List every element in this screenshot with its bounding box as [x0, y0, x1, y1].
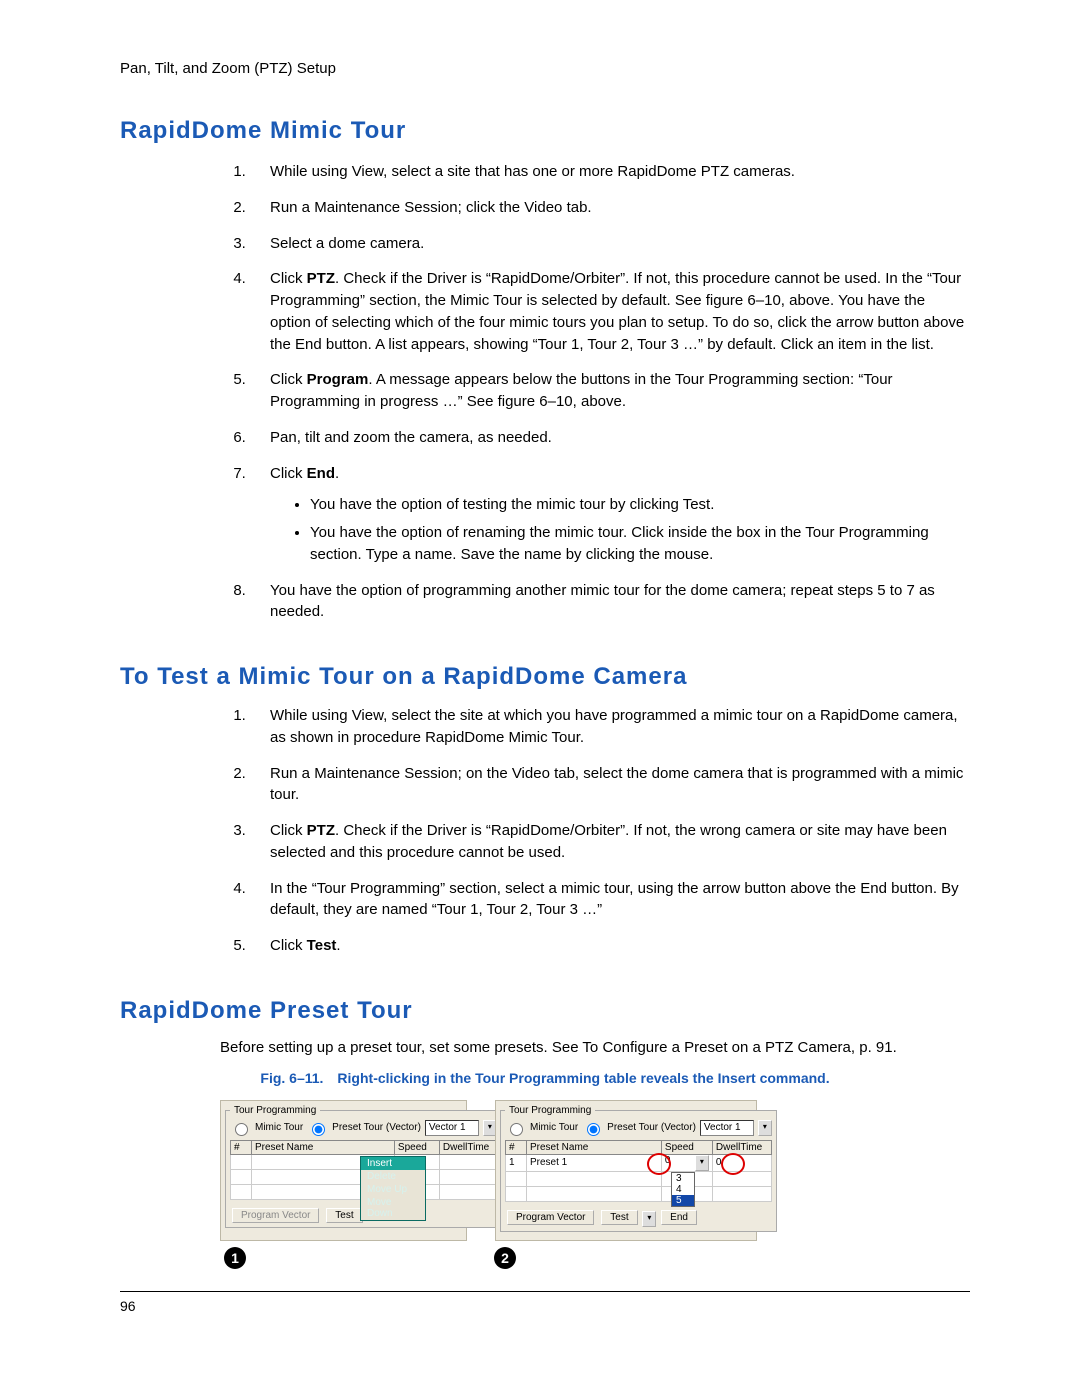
vector-dropdown-icon-2[interactable]: ▾	[758, 1120, 772, 1136]
tour-panel-2: Tour Programming Mimic Tour Preset Tour …	[495, 1100, 757, 1241]
tstep-5-post: .	[336, 937, 340, 954]
figure-row: Tour Programming Mimic Tour Preset Tour …	[220, 1100, 970, 1241]
vector-field-2[interactable]: Vector 1	[700, 1120, 754, 1136]
figure-markers: 1 2	[224, 1247, 970, 1269]
step-7: Click End. You have the option of testin…	[250, 463, 970, 566]
speed-opt-5[interactable]: 5	[672, 1195, 694, 1206]
step-4-keyword: PTZ	[307, 270, 335, 287]
footer-rule	[120, 1291, 970, 1292]
step-5-pre: Click	[270, 371, 307, 388]
ctx-delete: Delete	[361, 1170, 425, 1183]
heading-test-mimic: To Test a Mimic Tour on a RapidDome Came…	[120, 663, 970, 691]
end-button[interactable]: End	[661, 1210, 697, 1225]
step-3: Select a dome camera.	[250, 233, 970, 255]
row1-num: 1	[506, 1154, 527, 1171]
tstep-5-pre: Click	[270, 937, 307, 954]
step-7-keyword: End	[307, 465, 335, 482]
tstep-5: Click Test.	[250, 935, 970, 957]
program-vector-button: Program Vector	[232, 1208, 319, 1223]
tstep-3-post: . Check if the Driver is “RapidDome/Orbi…	[270, 822, 947, 861]
tstep-3-pre: Click	[270, 822, 307, 839]
panel-legend: Tour Programming	[230, 1105, 320, 1116]
step-7-post: .	[335, 465, 339, 482]
mimic-label-2: Mimic Tour	[530, 1122, 578, 1133]
extra-dropdown-icon[interactable]: ▾	[642, 1211, 656, 1227]
preset-label-2: Preset Tour (Vector)	[607, 1122, 696, 1133]
speed-dropdown-icon[interactable]: ▾	[695, 1155, 709, 1171]
tour-panel-1: Tour Programming Mimic Tour Preset Tour …	[220, 1100, 467, 1241]
tstep-4: In the “Tour Programming” section, selec…	[250, 878, 970, 922]
preset-radio-2[interactable]	[587, 1123, 600, 1136]
ctx-insert[interactable]: Insert	[361, 1157, 425, 1170]
step-7-pre: Click	[270, 465, 307, 482]
step-7-bullet-2: You have the option of renaming the mimi…	[310, 522, 970, 566]
page-number: 96	[120, 1298, 970, 1314]
col-preset-name: Preset Name	[252, 1140, 395, 1154]
col-dwell: DwellTime	[439, 1140, 496, 1154]
step-8: You have the option of programming anoth…	[250, 580, 970, 624]
heading-preset-tour: RapidDome Preset Tour	[120, 997, 970, 1025]
col-num-2: #	[506, 1140, 527, 1154]
step-1: While using View, select a site that has…	[250, 161, 970, 183]
col-speed-2: Speed	[661, 1140, 712, 1154]
highlight-circle-speed	[647, 1153, 671, 1175]
breadcrumb: Pan, Tilt, and Zoom (PTZ) Setup	[120, 60, 970, 77]
figure-caption: Fig. 6–11. Right-clicking in the Tour Pr…	[120, 1070, 970, 1086]
panel-legend-2: Tour Programming	[505, 1105, 595, 1116]
step-2: Run a Maintenance Session; click the Vid…	[250, 197, 970, 219]
mimic-tour-steps: While using View, select a site that has…	[250, 161, 970, 623]
col-num: #	[231, 1140, 252, 1154]
program-vector-button-2[interactable]: Program Vector	[507, 1210, 594, 1225]
step-7-bullet-1: You have the option of testing the mimic…	[310, 494, 970, 516]
marker-2: 2	[494, 1247, 516, 1269]
context-menu: Insert Delete Move Up Move Down	[360, 1156, 426, 1221]
test-button[interactable]: Test	[326, 1208, 362, 1223]
step-5: Click Program. A message appears below t…	[250, 369, 970, 413]
col-dwell-2: DwellTime	[712, 1140, 771, 1154]
step-4: Click PTZ. Check if the Driver is “Rapid…	[250, 268, 970, 355]
speed-opt-3[interactable]: 3	[672, 1173, 694, 1184]
preset-radio[interactable]	[312, 1123, 325, 1136]
step-6: Pan, tilt and zoom the camera, as needed…	[250, 427, 970, 449]
tstep-3: Click PTZ. Check if the Driver is “Rapid…	[250, 820, 970, 864]
col-speed: Speed	[394, 1140, 439, 1154]
tstep-2: Run a Maintenance Session; on the Video …	[250, 763, 970, 807]
ctx-movedown: Move Down	[361, 1196, 425, 1220]
mimic-radio[interactable]	[235, 1123, 248, 1136]
test-tour-steps: While using View, select the site at whi…	[250, 705, 970, 957]
col-preset-name-2: Preset Name	[527, 1140, 662, 1154]
step-4-post: . Check if the Driver is “RapidDome/Orbi…	[270, 270, 964, 352]
highlight-circle-dwell	[721, 1153, 745, 1175]
test-button-2[interactable]: Test	[601, 1210, 637, 1225]
speed-opt-4[interactable]: 4	[672, 1184, 694, 1195]
ctx-moveup: Move Up	[361, 1183, 425, 1196]
tstep-1: While using View, select the site at whi…	[250, 705, 970, 749]
row1-preset: Preset 1	[527, 1154, 662, 1171]
mimic-label: Mimic Tour	[255, 1122, 303, 1133]
preset-intro: Before setting up a preset tour, set som…	[220, 1039, 970, 1056]
heading-mimic-tour: RapidDome Mimic Tour	[120, 117, 970, 145]
marker-1: 1	[224, 1247, 246, 1269]
tstep-3-keyword: PTZ	[307, 822, 335, 839]
step-5-keyword: Program	[307, 371, 369, 388]
vector-field[interactable]: Vector 1	[425, 1120, 479, 1136]
speed-options: 3 4 5	[671, 1172, 695, 1207]
mimic-radio-2[interactable]	[510, 1123, 523, 1136]
tstep-5-keyword: Test	[307, 937, 337, 954]
preset-label: Preset Tour (Vector)	[332, 1122, 421, 1133]
step-4-pre: Click	[270, 270, 307, 287]
